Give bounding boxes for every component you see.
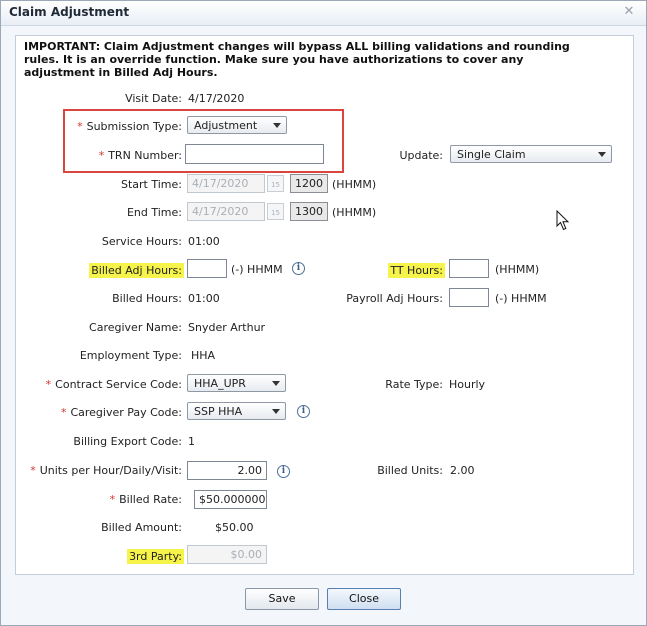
employment-type-label: Employment Type: — [79, 349, 182, 362]
required-marker: * — [109, 493, 116, 506]
billed-units-label: Billed Units: — [377, 464, 443, 477]
info-icon[interactable]: i — [297, 405, 310, 418]
update-label: Update: — [399, 149, 443, 162]
billed-hours-label: Billed Hours: — [112, 292, 182, 305]
end-time-input[interactable]: 1300 — [290, 202, 328, 221]
payroll-adj-hours-label: Payroll Adj Hours: — [346, 292, 443, 305]
save-button[interactable]: Save — [245, 588, 319, 610]
caregiver-pay-code-select[interactable]: SSP HHA — [187, 402, 286, 420]
caregiver-name-label: Caregiver Name: — [89, 321, 182, 334]
required-marker: * — [30, 464, 36, 477]
billing-export-code-value: 1 — [188, 435, 195, 448]
billed-adj-hours-label: Billed Adj Hours: — [89, 263, 184, 278]
billed-adj-hours-unit: (-) HHMM — [231, 263, 283, 276]
visit-date-value: 4/17/2020 — [188, 92, 245, 105]
dialog-title: Claim Adjustment — [9, 5, 130, 19]
units-label-text: Units per Hour/Daily/Visit: — [39, 464, 182, 477]
visit-date-label: Visit Date: — [125, 92, 182, 105]
billed-amount-value: $50.00 — [215, 521, 254, 534]
start-time-unit: (HHMM) — [332, 178, 377, 191]
start-date-input[interactable]: 4/17/2020 — [187, 174, 265, 193]
caregiver-pay-code-label-text: Caregiver Pay Code: — [70, 406, 182, 419]
close-icon[interactable]: ✕ — [622, 5, 636, 19]
payroll-adj-hours-unit: (-) HHMM — [495, 292, 547, 305]
third-party-label: 3rd Party: — [127, 549, 184, 564]
chevron-down-icon — [598, 152, 606, 157]
calendar-icon[interactable]: 15 — [267, 203, 284, 220]
annotation-highlight-box — [63, 109, 344, 173]
service-hours-label: Service Hours: — [101, 235, 182, 248]
tt-hours-label: TT Hours: — [388, 263, 445, 278]
contract-service-code-select[interactable]: HHA_UPR — [187, 374, 286, 392]
tt-hours-input[interactable] — [449, 259, 489, 278]
units-input[interactable]: 2.00 — [187, 461, 267, 480]
contract-service-code-value: HHA_UPR — [194, 377, 246, 390]
rate-type-value: Hourly — [449, 378, 486, 391]
update-select[interactable]: Single Claim — [450, 145, 612, 163]
contract-service-code-label: * Contract Service Code: — [46, 378, 182, 391]
service-hours-value: 01:00 — [188, 235, 220, 248]
update-value: Single Claim — [457, 148, 526, 161]
required-marker: * — [60, 406, 67, 419]
calendar-icon[interactable]: 15 — [267, 175, 284, 192]
override-warning: IMPORTANT: Claim Adjustment changes will… — [24, 40, 570, 79]
billed-rate-label-text: Billed Rate: — [119, 493, 182, 506]
info-icon[interactable]: i — [292, 262, 305, 275]
units-label: * Units per Hour/Daily/Visit: — [30, 464, 182, 477]
start-time-label: Start Time: — [121, 178, 182, 191]
close-button[interactable]: Close — [327, 588, 401, 610]
caregiver-pay-code-value: SSP HHA — [194, 405, 243, 418]
billed-amount-label: Billed Amount: — [101, 521, 182, 534]
billed-adj-hours-input[interactable] — [187, 259, 227, 278]
mouse-cursor-icon — [556, 210, 570, 231]
caregiver-name-value: Snyder Arthur — [188, 321, 266, 334]
billed-units-value: 2.00 — [450, 464, 475, 477]
contract-service-code-label-text: Contract Service Code: — [55, 378, 182, 391]
caregiver-pay-code-label: * Caregiver Pay Code: — [61, 406, 182, 419]
third-party-input[interactable]: $0.00 — [187, 545, 267, 564]
employment-type-value: HHA — [191, 349, 216, 362]
end-date-input[interactable]: 4/17/2020 — [187, 202, 265, 221]
dialog-titlebar: Claim Adjustment ✕ — [1, 1, 646, 26]
start-time-input[interactable]: 1200 — [290, 174, 328, 193]
end-time-unit: (HHMM) — [332, 206, 377, 219]
billed-hours-value: 01:00 — [188, 292, 220, 305]
end-time-label: End Time: — [126, 206, 182, 219]
chevron-down-icon — [272, 409, 280, 414]
required-marker: * — [45, 378, 52, 391]
billed-rate-label: * Billed Rate: — [110, 493, 182, 506]
rate-type-label: Rate Type: — [385, 378, 443, 391]
info-icon[interactable]: i — [277, 465, 290, 478]
tt-hours-unit: (HHMM) — [495, 263, 540, 276]
billing-export-code-label: Billing Export Code: — [73, 435, 182, 448]
chevron-down-icon — [272, 381, 280, 386]
payroll-adj-hours-input[interactable] — [449, 288, 489, 307]
billed-rate-input[interactable]: $50.000000 — [194, 490, 267, 509]
claim-adjustment-dialog: Claim Adjustment ✕ — [0, 0, 647, 626]
